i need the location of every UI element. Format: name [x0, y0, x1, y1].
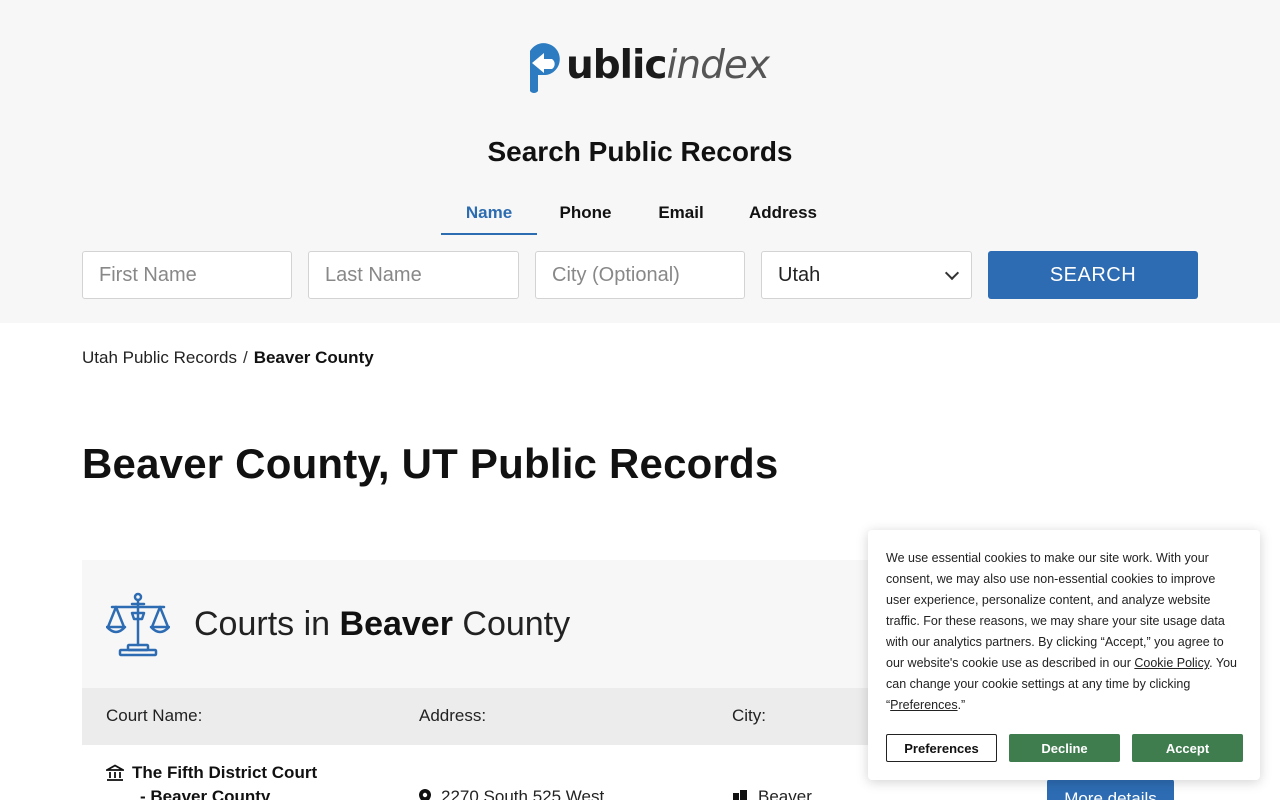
tab-name[interactable]: Name	[441, 192, 537, 235]
map-pin-icon	[419, 789, 431, 800]
cookie-preferences-link[interactable]: Preferences	[890, 698, 957, 712]
tab-phone[interactable]: Phone	[537, 192, 634, 235]
cookie-buttons: Preferences Decline Accept	[886, 734, 1243, 762]
cookie-text: We use essential cookies to make our sit…	[886, 551, 1237, 712]
cookie-decline-button[interactable]: Decline	[1009, 734, 1120, 762]
last-name-input[interactable]	[308, 251, 519, 299]
tab-address[interactable]: Address	[728, 192, 838, 235]
search-tabs: Name Phone Email Address	[441, 192, 838, 235]
more-details-button[interactable]: More details	[1047, 779, 1174, 800]
cookie-policy-link[interactable]: Cookie Policy	[1134, 656, 1209, 670]
search-button[interactable]: SEARCH	[988, 251, 1198, 299]
cookie-consent-banner: We use essential cookies to make our sit…	[868, 530, 1260, 780]
site-header: ublicindex Search Public Records Name Ph…	[0, 0, 1280, 323]
first-name-input[interactable]	[82, 251, 292, 299]
column-header-city: City:	[732, 706, 766, 725]
court-name[interactable]: The Fifth District Court	[132, 763, 317, 783]
city-input[interactable]	[535, 251, 745, 299]
cookie-preferences-button[interactable]: Preferences	[886, 734, 997, 762]
courts-title-county: Beaver	[339, 604, 453, 643]
city-buildings-icon	[733, 790, 747, 800]
court-county: - Beaver County	[140, 787, 271, 800]
court-address: 2270 South 525 West	[441, 787, 605, 800]
cookie-accept-button[interactable]: Accept	[1132, 734, 1243, 762]
page-title: Beaver County, UT Public Records	[82, 440, 779, 487]
search-title: Search Public Records	[487, 136, 793, 167]
tab-email[interactable]: Email	[634, 192, 728, 235]
breadcrumb-current: Beaver County	[253, 348, 374, 367]
breadcrumb: Utah Public Records / Beaver County	[82, 348, 374, 368]
column-header-court-name: Court Name:	[106, 706, 203, 725]
scales-of-justice-icon	[106, 592, 170, 657]
breadcrumb-utah-link[interactable]: Utah Public Records	[82, 348, 237, 368]
logo-text-bold: ublic	[566, 43, 668, 88]
courts-title: Courts in Beaver County	[194, 604, 571, 643]
logo-text-light: index	[666, 43, 770, 88]
column-header-address: Address:	[419, 706, 487, 725]
publicindex-logo[interactable]: ublicindex	[524, 38, 770, 94]
courthouse-icon	[106, 764, 124, 781]
chevron-down-icon	[944, 265, 960, 280]
court-city: Beaver	[758, 787, 812, 800]
state-select[interactable]: Utah	[761, 251, 972, 299]
search-form: Utah SEARCH	[82, 251, 1198, 299]
logo-p-icon	[530, 43, 560, 93]
breadcrumb-separator: /	[242, 348, 248, 367]
state-select-value: Utah	[778, 263, 821, 286]
